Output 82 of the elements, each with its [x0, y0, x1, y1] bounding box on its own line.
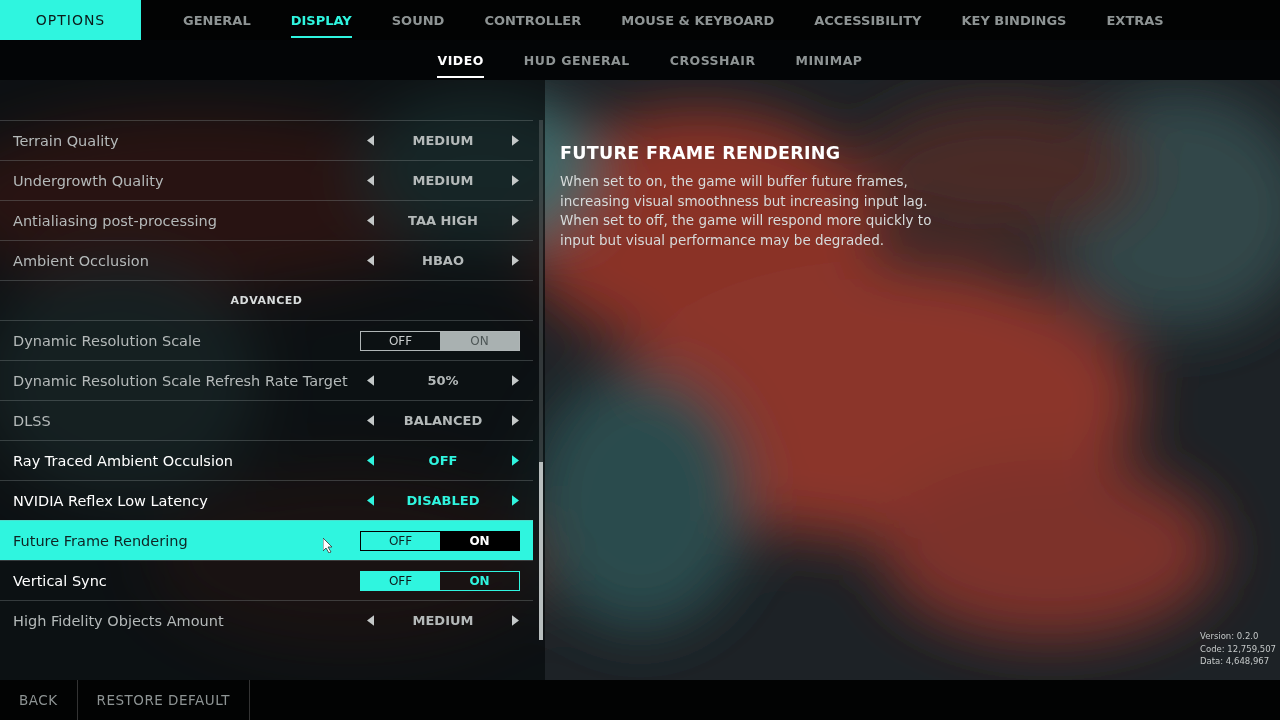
setting-label: Antialiasing post-processing [13, 212, 217, 229]
options-title: OPTIONS [0, 0, 141, 40]
setting-value: TAA HIGH [408, 213, 478, 228]
setting-row[interactable]: Future Frame Rendering OFF ON [0, 520, 533, 560]
setting-value: 50% [427, 373, 459, 388]
left-arrow-icon[interactable] [367, 615, 374, 626]
toggle-switch[interactable]: OFF ON [360, 330, 520, 351]
right-arrow-icon[interactable] [512, 135, 519, 146]
setting-label: Dynamic Resolution Scale [13, 332, 201, 349]
left-arrow-icon[interactable] [367, 495, 374, 506]
left-arrow-icon[interactable] [367, 215, 374, 226]
setting-value: MEDIUM [412, 133, 474, 148]
setting-value: BALANCED [403, 413, 483, 428]
setting-label: DLSS [13, 412, 51, 429]
tab[interactable]: MOUSE & KEYBOARD [601, 0, 795, 40]
right-arrow-icon[interactable] [512, 175, 519, 186]
subtab[interactable]: CROSSHAIR [649, 40, 776, 80]
build-info: Code: 12,759,507 [1200, 642, 1276, 655]
setting-label: Ambient Occlusion [13, 252, 149, 269]
section-heading: ADVANCED [0, 280, 533, 320]
tab[interactable]: KEY BINDINGS [941, 0, 1087, 40]
right-arrow-icon[interactable] [512, 375, 519, 386]
setting-value: MEDIUM [412, 173, 474, 188]
right-arrow-icon[interactable] [512, 215, 519, 226]
setting-label: Ray Traced Ambient Occulsion [13, 452, 233, 469]
build-info: Data: 4,648,967 [1200, 655, 1271, 668]
setting-value: OFF [428, 453, 458, 468]
toggle-option: ON [440, 331, 519, 350]
tab[interactable]: EXTRAS [1086, 0, 1184, 40]
tab[interactable]: GENERAL [163, 0, 271, 40]
setting-label: Dynamic Resolution Scale Refresh Rate Target [13, 372, 348, 389]
setting-row[interactable]: Ambient Occlusion HBAO [0, 240, 533, 280]
toggle-switch[interactable]: OFF ON [360, 530, 520, 551]
tab[interactable]: CONTROLLER [464, 0, 602, 40]
setting-row[interactable]: Ray Traced Ambient Occulsion OFF [0, 440, 533, 480]
build-info: Version: 0.2.0 [1200, 630, 1260, 643]
setting-row[interactable]: DLSS BALANCED [0, 400, 533, 440]
setting-label: High Fidelity Objects Amount [13, 612, 224, 629]
setting-label: Vertical Sync [13, 572, 107, 589]
toggle-option: OFF [361, 331, 440, 350]
right-arrow-icon[interactable] [512, 415, 519, 426]
left-arrow-icon[interactable] [367, 175, 374, 186]
toggle-option: OFF [361, 571, 440, 590]
left-arrow-icon[interactable] [367, 135, 374, 146]
right-arrow-icon[interactable] [512, 455, 519, 466]
toggle-option: ON [440, 571, 519, 590]
toggle-option: OFF [361, 531, 440, 550]
left-arrow-icon[interactable] [367, 455, 374, 466]
subtab[interactable]: HUD GENERAL [503, 40, 650, 80]
subtab[interactable]: VIDEO [417, 40, 504, 80]
tab[interactable]: ACCESSIBILITY [794, 0, 942, 40]
setting-value: HBAO [422, 253, 464, 268]
toggle-switch[interactable]: OFF ON [360, 570, 520, 591]
description-text: When set to on, the game will buffer future frames, increasing visual smoothness but increasing input lag. When set to off, the game will respond more quickly to input but visual performance may be degraded. [560, 172, 933, 250]
setting-value: DISABLED [406, 493, 480, 508]
setting-row[interactable]: High Fidelity Objects Amount MEDIUM [0, 600, 533, 640]
left-arrow-icon[interactable] [367, 415, 374, 426]
cursor-icon [323, 538, 333, 553]
setting-row[interactable]: Vertical Sync OFF ON [0, 560, 533, 600]
setting-row[interactable]: Antialiasing post-processing TAA HIGH [0, 200, 533, 240]
setting-value: MEDIUM [412, 613, 474, 628]
left-arrow-icon[interactable] [367, 375, 374, 386]
tab[interactable]: SOUND [371, 0, 465, 40]
footer-button[interactable]: RESTORE DEFAULT [77, 680, 251, 720]
setting-label: Undergrowth Quality [13, 172, 164, 189]
setting-label: NVIDIA Reflex Low Latency [13, 492, 208, 509]
right-arrow-icon[interactable] [512, 255, 519, 266]
tab[interactable]: DISPLAY [270, 0, 372, 40]
setting-label: Future Frame Rendering [13, 532, 188, 549]
right-arrow-icon[interactable] [512, 495, 519, 506]
footer-button[interactable]: BACK [0, 680, 78, 720]
setting-row[interactable]: Terrain Quality MEDIUM [0, 120, 533, 160]
scrollbar[interactable] [539, 120, 543, 640]
setting-row[interactable]: Dynamic Resolution Scale Refresh Rate Target 50% [0, 360, 533, 400]
right-arrow-icon[interactable] [512, 615, 519, 626]
toggle-option: ON [440, 531, 519, 550]
subtab[interactable]: MINIMAP [775, 40, 883, 80]
setting-row[interactable]: Dynamic Resolution Scale OFF ON [0, 320, 533, 360]
left-arrow-icon[interactable] [367, 255, 374, 266]
setting-row[interactable]: Undergrowth Quality MEDIUM [0, 160, 533, 200]
setting-label: Terrain Quality [13, 132, 119, 149]
description-title: FUTURE FRAME RENDERING [560, 143, 842, 163]
